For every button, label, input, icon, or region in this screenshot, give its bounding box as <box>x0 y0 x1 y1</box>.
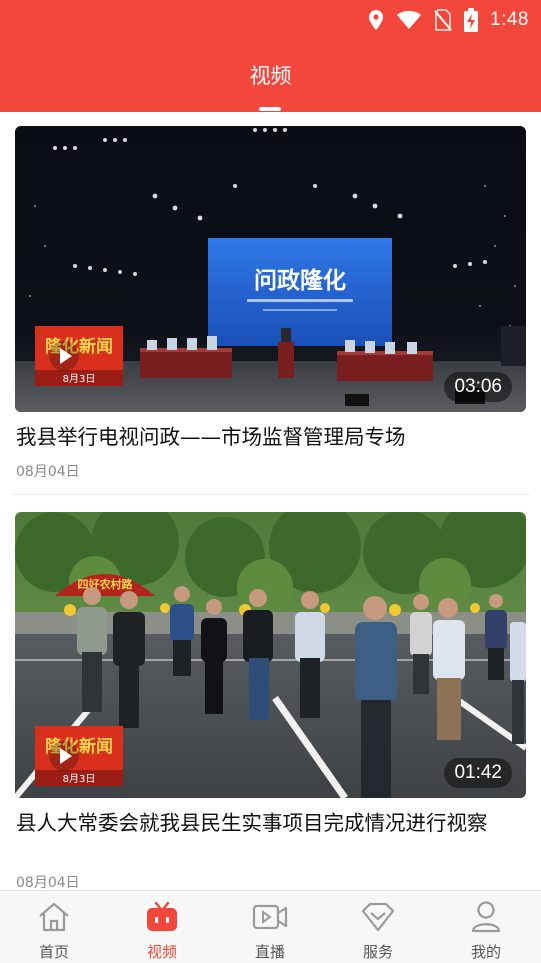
home-icon <box>39 902 69 932</box>
tab-label: 视频 <box>146 943 177 961</box>
bottom-tab-bar: 首页 视频 直播 服务 我的 <box>0 890 541 963</box>
play-button[interactable] <box>49 341 79 371</box>
tab-label: 首页 <box>38 943 69 961</box>
video-title[interactable]: 县人大常委会就我县民生实事项目完成情况进行视察 <box>16 810 524 837</box>
channel-badge: 隆化新闻 8月3日 <box>35 726 123 786</box>
channel-badge: 隆化新闻 8月3日 <box>35 326 123 386</box>
tab-home[interactable]: 首页 <box>0 891 108 963</box>
play-button[interactable] <box>49 741 79 771</box>
battery-charging-icon <box>464 8 479 32</box>
video-thumbnail[interactable]: 问政隆化 隆化新闻 8月3日 03:06 <box>15 126 526 412</box>
video-date: 08月04日 <box>16 875 80 890</box>
tab-live[interactable]: 直播 <box>216 891 324 963</box>
video-thumbnail[interactable]: 四好农村路 隆化新闻 8月3日 01:42 <box>15 512 526 798</box>
status-time: 1:48 <box>490 9 529 30</box>
tab-label: 我的 <box>470 943 501 961</box>
page-title: 视频 <box>249 64 292 88</box>
tab-service[interactable]: 服务 <box>324 891 432 963</box>
status-icons: 1:48 <box>368 6 529 34</box>
tab-label: 直播 <box>254 943 285 961</box>
video-feed[interactable]: 问政隆化 隆化新闻 8月3日 03:06 我县举行电视问政——市场监督管理局专场… <box>0 112 541 890</box>
user-icon <box>471 901 501 933</box>
video-duration: 01:42 <box>444 758 512 788</box>
tab-mine[interactable]: 我的 <box>432 891 540 963</box>
title-indicator <box>259 107 281 111</box>
video-title[interactable]: 我县举行电视问政——市场监督管理局专场 <box>16 424 524 451</box>
badge-date: 8月3日 <box>63 373 96 385</box>
status-bar: 1:48 <box>0 0 541 40</box>
live-video-icon <box>252 904 288 930</box>
tab-label: 服务 <box>362 943 393 961</box>
tab-video[interactable]: 视频 <box>108 891 216 963</box>
video-card[interactable]: 问政隆化 隆化新闻 8月3日 03:06 我县举行电视问政——市场监督管理局专场… <box>0 112 541 495</box>
banner-text: 四好农村路 <box>78 577 134 591</box>
video-date: 08月04日 <box>16 464 80 480</box>
play-icon <box>60 348 72 364</box>
play-icon <box>60 748 72 764</box>
video-card[interactable]: 四好农村路 隆化新闻 8月3日 01:42 县人大常委会就我县民生实事项目完成情… <box>0 495 541 890</box>
app-header: 视频 <box>0 40 541 112</box>
wifi-icon <box>397 10 422 29</box>
screen-title: 问政隆化 <box>254 267 346 294</box>
location-icon <box>369 10 384 30</box>
tv-icon <box>147 901 177 931</box>
badge-date: 8月3日 <box>63 773 96 785</box>
video-duration: 03:06 <box>444 372 512 402</box>
no-sim-icon <box>434 9 452 31</box>
diamond-icon <box>361 902 395 932</box>
